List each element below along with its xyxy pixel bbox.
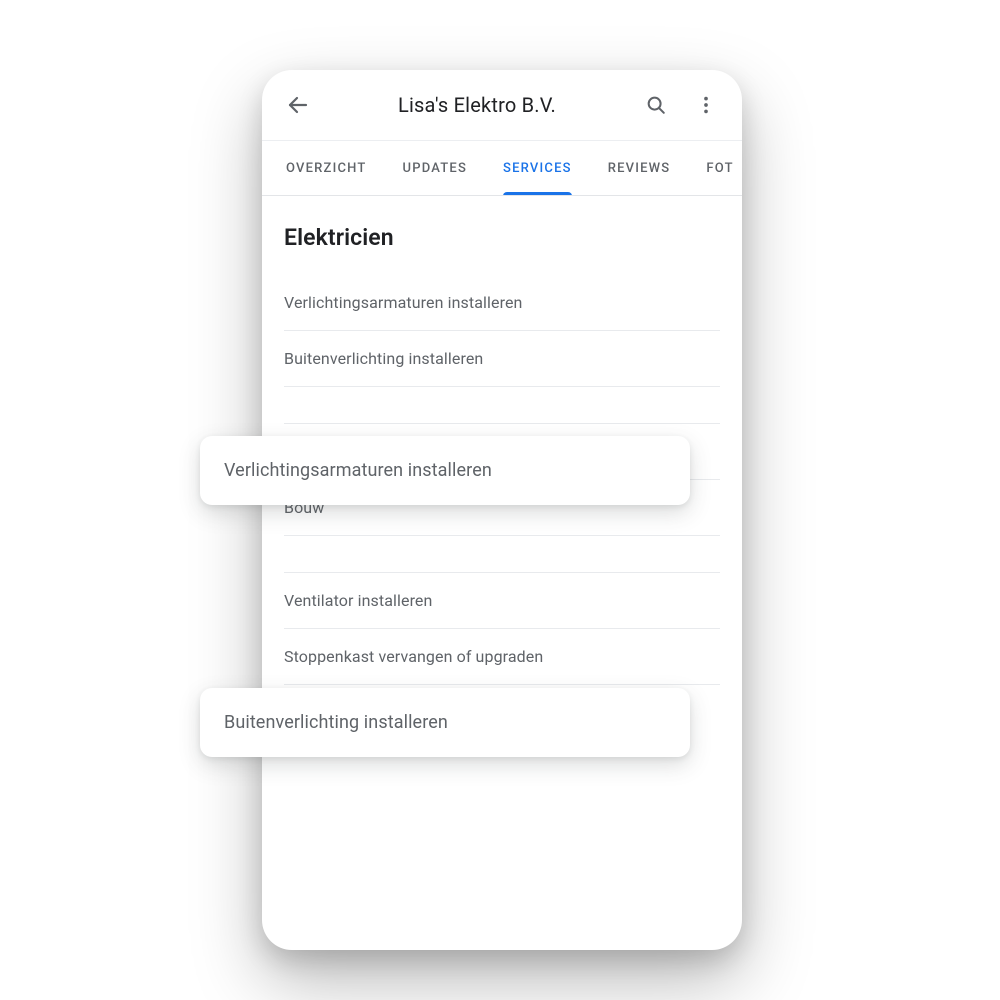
service-item[interactable]: Ventilator installeren xyxy=(284,573,720,629)
back-button[interactable] xyxy=(276,83,320,127)
services-pane: Elektricien Verlichtingsarmaturen instal… xyxy=(262,196,742,950)
service-item[interactable]: Stoppenkast vervangen of upgraden xyxy=(284,629,720,685)
tab-fot[interactable]: Fot xyxy=(688,141,742,195)
service-item[interactable]: Verlichtingsarmaturen installeren xyxy=(284,275,720,331)
tab-updates[interactable]: Updates xyxy=(385,141,486,195)
callout-card: Verlichtingsarmaturen installeren xyxy=(200,436,690,505)
callout-card: Buitenverlichting installeren xyxy=(200,688,690,757)
page-title: Lisa's Elektro B.V. xyxy=(326,93,628,117)
more-vertical-icon xyxy=(695,94,717,116)
service-item[interactable] xyxy=(284,536,720,573)
search-button[interactable] xyxy=(634,83,678,127)
tab-services[interactable]: Services xyxy=(485,141,590,195)
service-item[interactable] xyxy=(284,387,720,424)
app-bar: Lisa's Elektro B.V. xyxy=(262,70,742,140)
tab-bar: OverzichtUpdatesServicesReviewsFot xyxy=(262,140,742,196)
tab-overzicht[interactable]: Overzicht xyxy=(268,141,385,195)
overflow-menu-button[interactable] xyxy=(684,83,728,127)
arrow-left-icon xyxy=(286,93,310,117)
services-category-heading: Elektricien xyxy=(284,224,720,251)
service-item[interactable]: Buitenverlichting installeren xyxy=(284,331,720,387)
phone-frame: Lisa's Elektro B.V. OverzichtUpdatesServ… xyxy=(262,70,742,950)
tab-reviews[interactable]: Reviews xyxy=(590,141,689,195)
search-icon xyxy=(645,94,667,116)
